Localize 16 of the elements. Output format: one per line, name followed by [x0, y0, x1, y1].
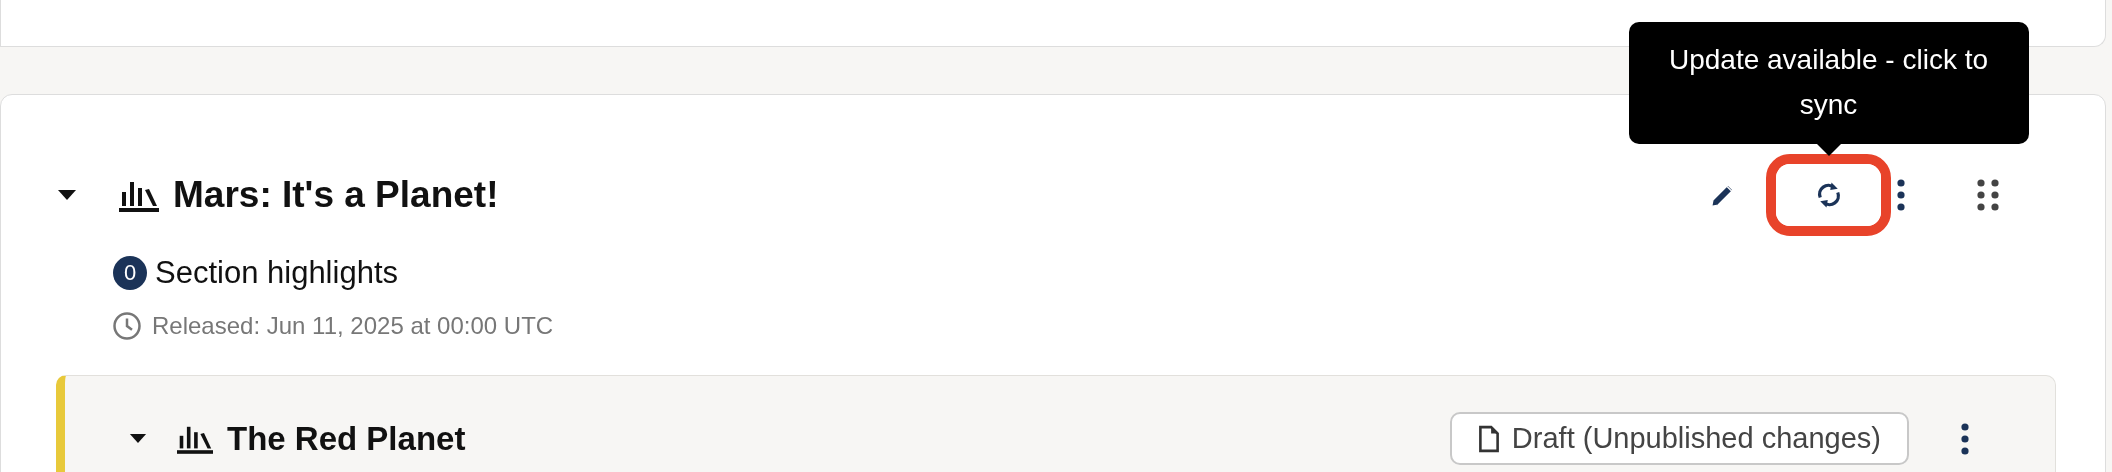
release-date: Released: Jun 11, 2025 at 00:00 UTC [152, 312, 554, 340]
kebab-icon [1961, 422, 1969, 455]
subsection-title: The Red Planet [227, 419, 466, 458]
document-icon [1477, 424, 1500, 453]
caret-icon [57, 189, 77, 201]
status-button[interactable]: Draft (Unpublished changes) [1449, 412, 1909, 465]
kebab-icon [1897, 179, 1905, 211]
highlights-label: Section highlights [155, 255, 398, 291]
sync-button[interactable] [1776, 164, 1881, 226]
tooltip: Update available - click to sync [1628, 22, 2029, 144]
caret-icon [129, 433, 147, 444]
count-badge: 0 [113, 256, 147, 290]
grip-icon [1977, 179, 1999, 211]
clock-icon [112, 311, 142, 341]
tooltip-arrow [1816, 144, 1841, 156]
section-title: Mars: It's a Planet! [173, 174, 499, 216]
